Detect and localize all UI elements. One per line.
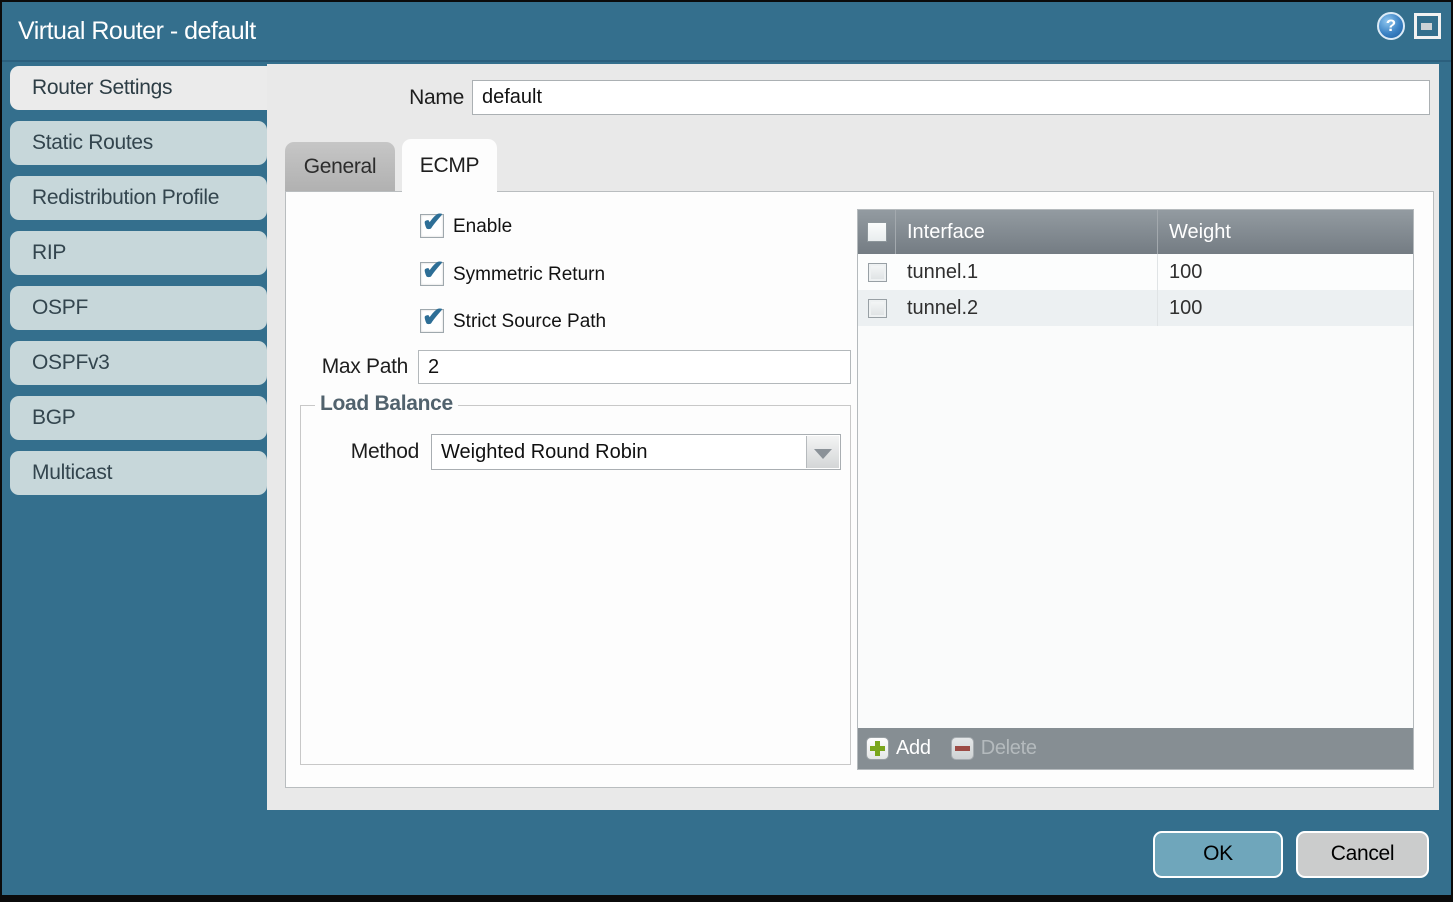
tab-label: ECMP bbox=[420, 154, 479, 177]
table-row[interactable]: tunnel.2 100 bbox=[858, 290, 1413, 326]
cell-interface[interactable]: tunnel.2 bbox=[896, 290, 1158, 326]
sidebar-item-label: Multicast bbox=[32, 461, 112, 484]
sidebar-item-label: OSPFv3 bbox=[32, 351, 110, 374]
enable-label: Enable bbox=[453, 216, 512, 238]
add-button[interactable]: Add bbox=[866, 737, 931, 760]
help-icon[interactable] bbox=[1377, 12, 1405, 40]
sidebar: Router Settings Static Routes Redistribu… bbox=[10, 66, 267, 506]
row-checkbox-cell bbox=[858, 290, 896, 326]
table-header-row: Interface Weight bbox=[858, 210, 1413, 254]
sidebar-item-redistribution-profile[interactable]: Redistribution Profile bbox=[10, 176, 267, 220]
row-checkbox[interactable] bbox=[868, 263, 887, 282]
restore-window-icon[interactable] bbox=[1414, 13, 1441, 39]
ok-button[interactable]: OK bbox=[1153, 831, 1283, 878]
select-all-checkbox[interactable] bbox=[867, 222, 887, 242]
table-toolbar: Add Delete bbox=[858, 728, 1413, 769]
header-checkbox-cell bbox=[858, 210, 896, 254]
sidebar-item-label: OSPF bbox=[32, 296, 88, 319]
interface-table: Interface Weight tunnel.1 100 tunnel.2 1… bbox=[857, 209, 1414, 770]
sidebar-item-router-settings[interactable]: Router Settings bbox=[10, 66, 267, 110]
column-header-weight[interactable]: Weight bbox=[1158, 210, 1413, 254]
cancel-button[interactable]: Cancel bbox=[1296, 831, 1429, 878]
delete-button-disabled[interactable]: Delete bbox=[951, 737, 1037, 760]
strict-source-path-checkbox[interactable] bbox=[420, 309, 444, 333]
sidebar-item-label: BGP bbox=[32, 406, 75, 429]
table-empty-area bbox=[858, 326, 1413, 728]
sidebar-item-label: Redistribution Profile bbox=[32, 186, 219, 209]
strict-source-path-label: Strict Source Path bbox=[453, 311, 606, 333]
plus-icon bbox=[866, 737, 889, 760]
name-label: Name bbox=[267, 80, 464, 115]
sidebar-item-bgp[interactable]: BGP bbox=[10, 396, 267, 440]
sidebar-item-label: RIP bbox=[32, 241, 66, 264]
load-balance-legend: Load Balance bbox=[315, 392, 458, 416]
ecmp-panel: Enable Symmetric Return Strict Source Pa… bbox=[285, 191, 1434, 788]
content-area: Name General ECMP Enable Symmetric Retur… bbox=[267, 64, 1439, 810]
max-path-label: Max Path bbox=[286, 350, 408, 384]
tab-label: General bbox=[304, 155, 377, 178]
row-checkbox-cell bbox=[858, 254, 896, 290]
method-label: Method bbox=[286, 434, 419, 470]
add-button-label: Add bbox=[896, 737, 931, 760]
chevron-down-icon[interactable] bbox=[806, 436, 839, 468]
method-dropdown[interactable]: Weighted Round Robin bbox=[431, 434, 841, 470]
sidebar-item-ospfv3[interactable]: OSPFv3 bbox=[10, 341, 267, 385]
sidebar-item-multicast[interactable]: Multicast bbox=[10, 451, 267, 495]
cell-weight[interactable]: 100 bbox=[1158, 290, 1413, 326]
minus-icon bbox=[951, 737, 974, 760]
sidebar-item-label: Static Routes bbox=[32, 131, 153, 154]
cell-weight[interactable]: 100 bbox=[1158, 254, 1413, 290]
table-row[interactable]: tunnel.1 100 bbox=[858, 254, 1413, 290]
tab-ecmp[interactable]: ECMP bbox=[402, 139, 497, 192]
enable-checkbox[interactable] bbox=[420, 214, 444, 238]
symmetric-return-label: Symmetric Return bbox=[453, 264, 605, 286]
name-input[interactable] bbox=[472, 80, 1430, 115]
max-path-input[interactable] bbox=[418, 350, 851, 384]
virtual-router-dialog: Virtual Router - default Router Settings… bbox=[0, 0, 1453, 902]
tab-general[interactable]: General bbox=[285, 142, 395, 191]
title-bar: Virtual Router - default bbox=[2, 2, 1451, 62]
sidebar-item-label: Router Settings bbox=[32, 76, 172, 99]
sidebar-item-rip[interactable]: RIP bbox=[10, 231, 267, 275]
column-header-interface[interactable]: Interface bbox=[896, 210, 1158, 254]
row-checkbox[interactable] bbox=[868, 299, 887, 318]
sidebar-item-ospf[interactable]: OSPF bbox=[10, 286, 267, 330]
method-selected-value: Weighted Round Robin bbox=[432, 435, 840, 469]
cell-interface[interactable]: tunnel.1 bbox=[896, 254, 1158, 290]
sidebar-item-static-routes[interactable]: Static Routes bbox=[10, 121, 267, 165]
dialog-title: Virtual Router - default bbox=[18, 2, 256, 60]
symmetric-return-checkbox[interactable] bbox=[420, 262, 444, 286]
delete-button-label: Delete bbox=[981, 737, 1037, 760]
